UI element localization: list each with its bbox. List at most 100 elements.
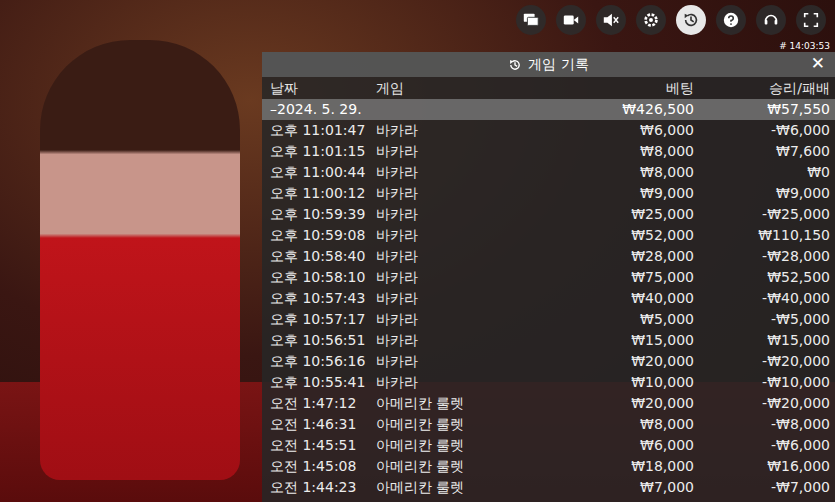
row-bet: ₩8,000 (554, 162, 694, 183)
history-icon (682, 11, 700, 29)
history-row[interactable]: 오전 1:45:51 아메리칸 룰렛 ₩6,000 -₩6,000 (262, 435, 835, 456)
row-time: 오후 11:01:47 (270, 120, 376, 141)
row-result: -₩28,000 (694, 246, 830, 267)
history-row[interactable]: 오전 1:44:23 아메리칸 룰렛 ₩7,000 -₩7,000 (262, 477, 835, 498)
column-header: 날짜게임베팅승리/패배 (262, 77, 835, 99)
row-result: -₩6,000 (694, 435, 830, 456)
help-icon (722, 11, 740, 29)
history-row[interactable]: 오후 10:56:16 바카라 ₩20,000 -₩20,000 (262, 351, 835, 372)
row-game: 아메리칸 룰렛 (376, 393, 554, 414)
history-row[interactable]: 오후 10:59:08 바카라 ₩52,000 ₩110,150 (262, 225, 835, 246)
row-result: -₩8,000 (694, 414, 830, 435)
row-time: 오후 10:59:08 (270, 225, 376, 246)
support-icon (762, 11, 780, 29)
video-icon (562, 11, 580, 29)
column-label: 날짜 (270, 78, 376, 99)
panel-title: 게임 기록 (508, 56, 588, 74)
toolbar-button[interactable] (676, 5, 706, 35)
row-game: 바카라 (376, 120, 554, 141)
toolbar-button[interactable] (596, 5, 626, 35)
toolbar-button[interactable] (716, 5, 746, 35)
row-time: 오후 11:00:12 (270, 183, 376, 204)
row-result: -₩7,000 (694, 477, 830, 498)
row-bet: ₩9,000 (554, 183, 694, 204)
row-result: -₩6,000 (694, 120, 830, 141)
row-time: 오후 10:57:17 (270, 309, 376, 330)
row-result: ₩7,600 (694, 141, 830, 162)
row-time: 오후 10:59:39 (270, 204, 376, 225)
row-time: 오전 1:44:23 (270, 477, 376, 498)
history-row[interactable]: 오후 11:01:47 바카라 ₩6,000 -₩6,000 (262, 120, 835, 141)
row-time: 오전 1:45:51 (270, 435, 376, 456)
row-time: 오후 11:01:15 (270, 141, 376, 162)
row-time: 오후 10:55:41 (270, 372, 376, 393)
history-row[interactable]: 오후 10:58:40 바카라 ₩28,000 -₩28,000 (262, 246, 835, 267)
gear-icon (642, 11, 660, 29)
row-result: ₩0 (694, 162, 830, 183)
history-row[interactable]: 오후 10:56:51 바카라 ₩15,000 ₩15,000 (262, 330, 835, 351)
panel-header: 게임 기록 ✕ (262, 52, 835, 77)
row-time: 오전 1:46:31 (270, 414, 376, 435)
row-game: 바카라 (376, 351, 554, 372)
toolbar-button[interactable] (516, 5, 546, 35)
column-label: 승리/패배 (694, 78, 830, 99)
close-button[interactable]: ✕ (807, 53, 829, 73)
row-bet: ₩75,000 (554, 267, 694, 288)
row-time: 오후 10:58:40 (270, 246, 376, 267)
history-row[interactable]: 오후 10:57:17 바카라 ₩5,000 -₩5,000 (262, 309, 835, 330)
row-result: -₩5,000 (694, 309, 830, 330)
column-label: 베팅 (554, 78, 694, 99)
row-time: 오후 11:00:44 (270, 162, 376, 183)
history-row[interactable]: 오후 10:58:10 바카라 ₩75,000 ₩52,500 (262, 267, 835, 288)
row-result: -₩10,000 (694, 372, 830, 393)
row-bet: ₩6,000 (554, 120, 694, 141)
history-row[interactable]: 오후 10:59:39 바카라 ₩25,000 -₩25,000 (262, 204, 835, 225)
row-bet: ₩25,000 (554, 204, 694, 225)
row-game: 아메리칸 룰렛 (376, 477, 554, 498)
mute-icon (602, 11, 620, 29)
row-game: 바카라 (376, 309, 554, 330)
row-bet: ₩6,000 (554, 435, 694, 456)
row-result: -₩25,000 (694, 204, 830, 225)
row-game: 바카라 (376, 246, 554, 267)
history-row[interactable]: 오후 10:57:43 바카라 ₩40,000 -₩40,000 (262, 288, 835, 309)
row-result: -₩20,000 (694, 393, 830, 414)
summary-bet: ₩426,500 (554, 99, 694, 120)
row-bet: ₩8,000 (554, 141, 694, 162)
row-game: 아메리칸 룰렛 (376, 414, 554, 435)
game-history-panel: 게임 기록 ✕ 날짜게임베팅승리/패배 –2024. 5. 29. ₩426,5… (262, 52, 835, 502)
row-game: 바카라 (376, 183, 554, 204)
row-result: -₩20,000 (694, 351, 830, 372)
column-label: 게임 (376, 78, 554, 99)
row-bet: ₩10,000 (554, 372, 694, 393)
toolbar-button[interactable] (756, 5, 786, 35)
row-bet: ₩7,000 (554, 477, 694, 498)
row-time: 오후 10:57:43 (270, 288, 376, 309)
fullscreen-icon (802, 11, 820, 29)
video-dealer (40, 40, 240, 480)
row-game: 바카라 (376, 204, 554, 225)
row-result: ₩52,500 (694, 267, 830, 288)
history-row[interactable]: 오후 11:01:15 바카라 ₩8,000 ₩7,600 (262, 141, 835, 162)
toolbar-button[interactable] (556, 5, 586, 35)
row-game: 바카라 (376, 372, 554, 393)
history-row[interactable]: 오전 1:45:08 아메리칸 룰렛 ₩18,000 ₩16,000 (262, 456, 835, 477)
row-time: 오후 10:56:16 (270, 351, 376, 372)
toolbar-button[interactable] (636, 5, 666, 35)
row-game: 바카라 (376, 162, 554, 183)
clock: # 14:03:53 (779, 41, 830, 51)
row-time: 오전 1:47:12 (270, 393, 376, 414)
row-bet: ₩18,000 (554, 456, 694, 477)
live-game-screen: # 14:03:53 게임 기록 ✕ 날짜게임베팅승리/패배 –2024. 5.… (0, 0, 835, 502)
history-row[interactable]: 오전 1:46:31 아메리칸 룰렛 ₩8,000 -₩8,000 (262, 414, 835, 435)
row-result: ₩16,000 (694, 456, 830, 477)
history-row[interactable]: 오후 11:00:12 바카라 ₩9,000 ₩9,000 (262, 183, 835, 204)
history-row[interactable]: 오후 10:55:41 바카라 ₩10,000 -₩10,000 (262, 372, 835, 393)
history-row[interactable]: 오후 11:00:44 바카라 ₩8,000 ₩0 (262, 162, 835, 183)
toolbar-button[interactable] (796, 5, 826, 35)
history-row[interactable]: 오전 1:47:12 아메리칸 룰렛 ₩20,000 -₩20,000 (262, 393, 835, 414)
date-summary-row[interactable]: –2024. 5. 29. ₩426,500 ₩57,550 (262, 99, 835, 120)
row-result: -₩40,000 (694, 288, 830, 309)
row-game: 바카라 (376, 141, 554, 162)
row-game: 바카라 (376, 267, 554, 288)
